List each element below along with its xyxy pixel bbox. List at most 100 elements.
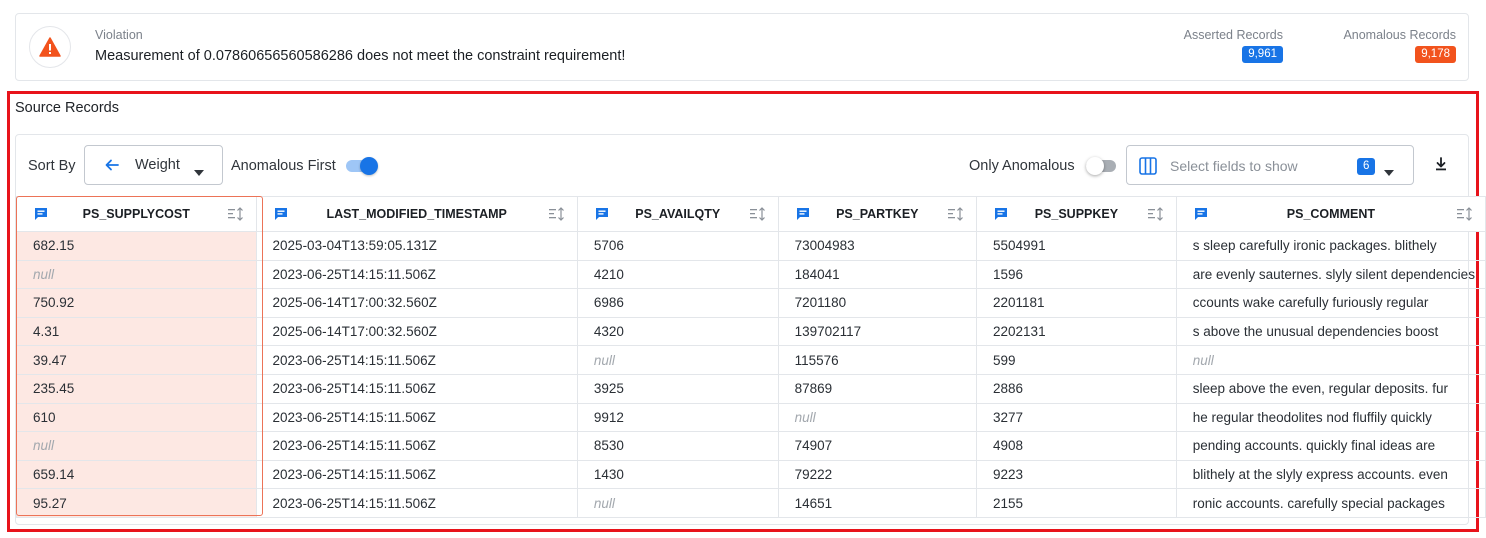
violation-card: Violation Measurement of 0.0786065656058… [15,13,1469,81]
table-cell: 8530 [576,431,779,461]
table-cell: 2155 [976,488,1177,518]
table-cell: 1596 [976,259,1177,290]
fields-select-placeholder: Select fields to show [1170,158,1298,174]
anomalous-first-label: Anomalous First [231,158,336,174]
anomalous-first-toggle[interactable] [346,157,378,175]
table-row: 750.92 2025-06-14T17:00:32.560Z 6986 720118… [16,288,1486,318]
table-cell: null [1175,345,1486,375]
table-row: 95.27 2023-06-25T14:15:11.506Z null 14651 21… [16,488,1486,518]
column-header-label: PS_SUPPKEY [1034,207,1119,221]
table-cell: 4908 [976,431,1177,461]
table-cell: 682.15 [16,231,257,261]
column-header-label: LAST_MODIFIED_TIMESTAMP [326,207,507,221]
table-cell: 2886 [976,373,1177,404]
table-cell: ronic accounts. carefully special packag… [1175,488,1486,518]
anomalous-records-badge: 9,178 [1415,46,1456,63]
column-header-last-modified-timestamp[interactable]: LAST_MODIFIED_TIMESTAMP [255,196,578,232]
asserted-records-counter: Asserted Records 9,961 [1184,28,1283,63]
fields-count-badge: 6 [1357,158,1376,175]
column-header-label: PS_SUPPLYCOST [82,207,190,221]
only-anomalous-label: Only Anomalous [969,158,1075,174]
source-records-table: PS_SUPPLYCOST LAST_MODIFIED_TIMESTAMP PS_A… [16,196,1486,518]
comment-icon[interactable] [796,207,810,226]
section-title: Source Records [15,100,119,116]
column-header-ps-availqty[interactable]: PS_AVAILQTY [576,196,779,232]
table-cell: null [777,402,978,433]
table-header-row: PS_SUPPLYCOST LAST_MODIFIED_TIMESTAMP PS_A… [16,196,1486,232]
sort-by-select[interactable]: Weight [84,145,223,185]
table-cell: null [16,431,257,461]
table-cell: 610 [16,402,257,433]
table-cell: 2202131 [976,316,1177,347]
column-header-ps-supplycost[interactable]: PS_SUPPLYCOST [16,196,257,232]
comment-icon[interactable] [34,207,48,226]
comment-icon[interactable] [994,207,1008,226]
column-header-label: PS_PARTKEY [836,207,919,221]
warning-icon [29,26,71,68]
table-cell: null [16,259,257,290]
sort-icon[interactable] [749,207,766,226]
table-cell: 74907 [777,431,978,461]
table-cell: pending accounts. quickly final ideas ar… [1175,431,1486,461]
comment-icon[interactable] [274,207,288,226]
table-cell: 39.47 [16,345,257,375]
download-icon[interactable] [1433,156,1449,172]
table-cell: 599 [976,345,1177,375]
table-row: null 2023-06-25T14:15:11.506Z 8530 74907 490… [16,431,1486,461]
table-row: 235.45 2023-06-25T14:15:11.506Z 3925 87869 2… [16,373,1486,404]
table-cell: 4320 [576,316,779,347]
table-cell: 3925 [576,373,779,404]
table-row: null 2023-06-25T14:15:11.506Z 4210 184041 15… [16,259,1486,290]
table-cell: blithely at the slyly express accounts. … [1175,459,1486,490]
only-anomalous-toggle[interactable] [1086,157,1118,175]
table-cell: 2025-03-04T13:59:05.131Z [255,231,578,261]
table-cell: 5706 [576,231,779,261]
sort-by-label: Sort By [28,158,76,174]
table-cell: 7201180 [777,288,978,318]
table-cell: 139702117 [777,316,978,347]
column-header-ps-partkey[interactable]: PS_PARTKEY [777,196,978,232]
sort-by-value: Weight [135,157,180,173]
column-header-ps-comment[interactable]: PS_COMMENT [1175,196,1486,232]
table-cell: 9912 [576,402,779,433]
table-cell: 2201181 [976,288,1177,318]
table-cell: 3277 [976,402,1177,433]
table-cell: sleep above the even, regular deposits. … [1175,373,1486,404]
table-cell: ccounts wake carefully furiously regular [1175,288,1486,318]
fields-select[interactable]: Select fields to show 6 [1126,145,1414,185]
table-cell: null [576,345,779,375]
table-cell: 2023-06-25T14:15:11.506Z [255,459,578,490]
table-cell: 73004983 [777,231,978,261]
table-cell: 184041 [777,259,978,290]
toggle-knob [360,157,378,175]
table-cell: 79222 [777,459,978,490]
table-cell: 2025-06-14T17:00:32.560Z [255,316,578,347]
sort-icon[interactable] [227,207,244,226]
sort-icon[interactable] [548,207,565,226]
sort-icon[interactable] [1147,207,1164,226]
columns-icon [1139,157,1157,180]
asserted-records-label: Asserted Records [1183,28,1283,42]
table-cell: 2023-06-25T14:15:11.506Z [255,345,578,375]
anomalous-records-counter: Anomalous Records 9,178 [1343,28,1456,63]
chevron-down-icon [1384,163,1394,181]
table-cell: 4210 [576,259,779,290]
comment-icon[interactable] [1194,207,1208,226]
asserted-records-badge: 9,961 [1242,46,1283,63]
table-cell: 235.45 [16,373,257,404]
table-cell: are evenly sauternes. slyly silent depen… [1175,259,1486,290]
table-cell: 2023-06-25T14:15:11.506Z [255,373,578,404]
table-cell: 115576 [777,345,978,375]
sort-icon[interactable] [948,207,964,226]
column-header-ps-suppkey[interactable]: PS_SUPPKEY [976,196,1177,232]
table-row: 39.47 2023-06-25T14:15:11.506Z null 115576 5… [16,345,1486,375]
table-row: 4.31 2025-06-14T17:00:32.560Z 4320 13970211… [16,316,1486,347]
sort-icon[interactable] [1457,207,1473,226]
table-cell: 2023-06-25T14:15:11.506Z [255,488,578,518]
comment-icon[interactable] [595,207,609,226]
table-cell: s above the unusual dependencies boost [1175,316,1486,347]
column-header-label: PS_AVAILQTY [635,207,721,221]
table-cell: 9223 [976,459,1177,490]
arrow-left-icon [104,157,120,178]
table-cell: 95.27 [16,488,257,518]
